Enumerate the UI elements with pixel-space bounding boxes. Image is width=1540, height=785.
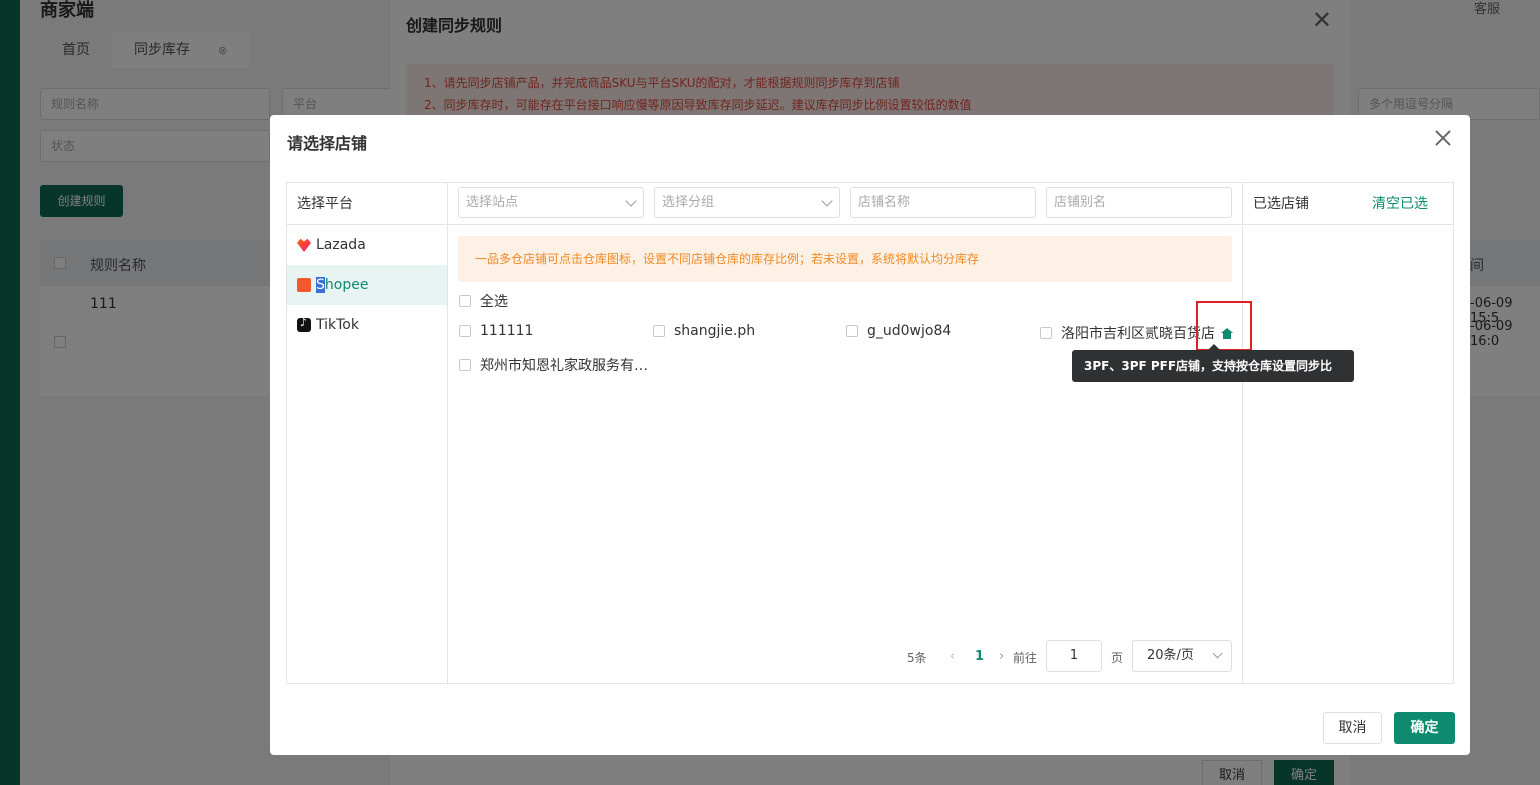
store-label: 郑州市知恩礼家政服务有限…	[480, 358, 650, 374]
chevron-down-icon	[625, 195, 637, 207]
selected-column: 已选店铺 清空已选	[1243, 183, 1453, 683]
platform-item-shopee[interactable]: Shopee	[287, 265, 447, 305]
multi-warehouse-hint: 一品多仓店铺可点击仓库图标，设置不同店铺仓库的库存比例；若未设置，系统将默认均分…	[458, 236, 1232, 282]
platform-column: 选择平台 Lazada Shopee TikTok	[287, 183, 448, 683]
page-unit-label: 页	[1111, 651, 1124, 665]
clear-selected-link[interactable]: 清空已选	[1372, 183, 1428, 225]
prev-page-icon[interactable]: ‹	[950, 649, 955, 664]
pagination-total: 5条	[907, 651, 927, 665]
chevron-down-icon	[1212, 648, 1223, 659]
selected-header-label: 已选店铺	[1253, 196, 1309, 212]
select-all-label: 全选	[480, 294, 508, 310]
chevron-down-icon	[821, 195, 833, 207]
select-all-checkbox[interactable]: 全选	[459, 291, 508, 311]
close-icon[interactable]	[1432, 127, 1454, 149]
page-size-select[interactable]: 20条/页	[1132, 640, 1232, 672]
page-jump-input[interactable]: 1	[1046, 640, 1102, 672]
store-item[interactable]: shangjie.ph	[653, 323, 755, 339]
store-column: 选择站点 选择分组 店铺名称 店铺别名 一品多仓店铺可点击仓库图标，设置不同店铺…	[448, 183, 1354, 683]
platform-item-tiktok[interactable]: TikTok	[287, 305, 447, 345]
store-item[interactable]: 111111	[459, 323, 533, 339]
warehouse-tooltip: 3PF、3PF PFF店铺，支持按仓库设置同步比例。	[1072, 344, 1354, 405]
checkbox[interactable]	[459, 359, 471, 371]
store-name-input[interactable]: 店铺名称	[850, 187, 1036, 218]
checkbox[interactable]	[459, 295, 471, 307]
store-alias-input[interactable]: 店铺别名	[1046, 187, 1232, 218]
store-label: g_ud0wjo84	[867, 323, 952, 339]
shopee-logo-icon	[297, 278, 311, 292]
checkbox[interactable]	[459, 325, 471, 337]
checkbox[interactable]	[653, 325, 665, 337]
goto-label: 前往	[1013, 651, 1038, 665]
page-number-current[interactable]: 1	[975, 649, 984, 664]
group-select[interactable]: 选择分组	[654, 187, 840, 218]
checkbox[interactable]	[1040, 327, 1052, 339]
store-label: shangjie.ph	[674, 323, 756, 339]
modal-title: 请选择店铺	[287, 134, 368, 153]
platform-item-lazada[interactable]: Lazada	[287, 225, 447, 265]
select-store-modal: 请选择店铺 选择平台 Lazada Shopee TikTok 选择站点 选择分…	[270, 115, 1470, 755]
confirm-button[interactable]: 确定	[1394, 712, 1455, 744]
store-filters: 选择站点 选择分组 店铺名称 店铺别名	[448, 183, 1242, 225]
site-select[interactable]: 选择站点	[458, 187, 644, 218]
store-selector: 选择平台 Lazada Shopee TikTok 选择站点 选择分组 店铺名称…	[286, 182, 1454, 684]
store-item[interactable]: 郑州市知恩礼家政服务有限…	[459, 355, 650, 375]
platform-label: Shopee	[316, 277, 369, 293]
tiktok-logo-icon	[297, 316, 311, 332]
next-page-icon[interactable]: ›	[999, 649, 1004, 664]
checkbox[interactable]	[846, 325, 858, 337]
platform-header: 选择平台	[287, 183, 447, 225]
store-item[interactable]: g_ud0wjo84	[846, 323, 951, 339]
store-label: 洛阳市吉利区贰晓百货店	[1061, 326, 1215, 342]
selected-header: 已选店铺 清空已选	[1243, 183, 1453, 225]
store-label: 111111	[480, 323, 534, 339]
lazada-logo-icon	[297, 238, 311, 252]
cancel-button[interactable]: 取消	[1323, 712, 1382, 744]
platform-label: TikTok	[316, 317, 359, 333]
platform-label: Lazada	[316, 237, 366, 253]
